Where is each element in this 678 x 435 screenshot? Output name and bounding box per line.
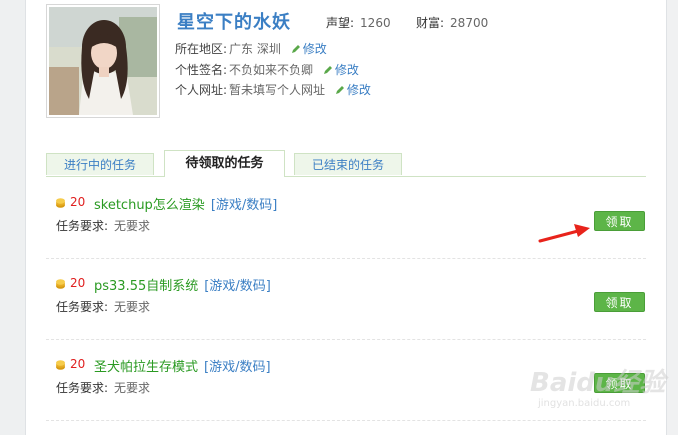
claim-button[interactable]: 领取 — [594, 211, 645, 231]
edit-website-link[interactable]: 修改 — [335, 83, 371, 97]
task-category[interactable]: [游戏/数码] — [211, 198, 278, 213]
coin-icon — [56, 360, 65, 370]
website-label: 个人网址: — [175, 83, 228, 97]
task-title-text: sketchup怎么渲染 — [94, 198, 205, 213]
task-item: 20 sketchup怎么渲染 [游戏/数码] 任务要求: 无要求 领取 — [46, 178, 646, 259]
requirement-value: 无要求 — [114, 381, 151, 395]
task-requirement: 任务要求: 无要求 — [56, 298, 150, 315]
task-center-panel: 星空下的水妖 声望: 1260 财富: 28700 所在地区: 广东 深圳 修改 个性… — [25, 0, 667, 435]
reputation-label: 声望: — [326, 16, 355, 30]
location-label: 所在地区: — [175, 42, 228, 56]
wealth-label: 财富: — [416, 16, 445, 30]
tab-finished[interactable]: 已结束的任务 — [294, 153, 402, 175]
right-margin — [666, 0, 678, 435]
signature-value: 不负如来不负卿 — [229, 63, 314, 77]
coin-icon — [56, 279, 65, 289]
requirement-label: 任务要求: — [56, 219, 109, 233]
signature-label: 个性签名: — [175, 63, 228, 77]
edit-label: 修改 — [334, 63, 359, 77]
requirement-label: 任务要求: — [56, 300, 109, 314]
task-requirement: 任务要求: 无要求 — [56, 217, 150, 234]
requirement-value: 无要求 — [114, 219, 151, 233]
username[interactable]: 星空下的水妖 — [177, 8, 291, 34]
pencil-icon — [335, 86, 344, 94]
edit-location-link[interactable]: 修改 — [291, 42, 327, 56]
reward-amount: 20 — [70, 195, 86, 209]
task-title[interactable]: ps33.55自制系统 [游戏/数码] — [94, 275, 271, 294]
claim-button[interactable]: 领取 — [594, 373, 645, 393]
task-item: 20 圣犬帕拉生存模式 [游戏/数码] 任务要求: 无要求 领取 — [46, 340, 646, 421]
task-title[interactable]: 圣犬帕拉生存模式 [游戏/数码] — [94, 356, 271, 375]
left-margin — [0, 0, 25, 435]
location-value: 广东 深圳 — [229, 42, 281, 56]
reward-amount: 20 — [70, 276, 86, 290]
task-title[interactable]: sketchup怎么渲染 [游戏/数码] — [94, 194, 277, 213]
task-requirement: 任务要求: 无要求 — [56, 379, 150, 396]
task-category[interactable]: [游戏/数码] — [204, 360, 271, 375]
pencil-icon — [323, 66, 332, 74]
website-value: 暂未填写个人网址 — [229, 83, 326, 97]
task-item: 20 ps33.55自制系统 [游戏/数码] 任务要求: 无要求 领取 — [46, 259, 646, 340]
task-category[interactable]: [游戏/数码] — [204, 279, 271, 294]
pencil-icon — [291, 45, 300, 53]
requirement-value: 无要求 — [114, 300, 151, 314]
tab-pending[interactable]: 待领取的任务 — [164, 150, 285, 177]
red-arrow-icon — [538, 224, 590, 243]
location-row: 所在地区: 广东 深圳 修改 — [175, 40, 327, 57]
requirement-label: 任务要求: — [56, 381, 109, 395]
task-title-text: 圣犬帕拉生存模式 — [94, 360, 199, 375]
avatar-photo — [49, 7, 157, 115]
tab-in-progress[interactable]: 进行中的任务 — [46, 153, 154, 175]
coin-icon — [56, 198, 65, 208]
avatar[interactable] — [46, 4, 160, 118]
reputation-stat: 声望: 1260 — [326, 14, 391, 31]
claim-button[interactable]: 领取 — [594, 292, 645, 312]
reward-amount: 20 — [70, 357, 86, 371]
task-title-text: ps33.55自制系统 — [94, 279, 199, 294]
wealth-value: 28700 — [450, 16, 489, 30]
edit-label: 修改 — [346, 83, 371, 97]
edit-label: 修改 — [302, 42, 327, 56]
edit-signature-link[interactable]: 修改 — [323, 63, 359, 77]
task-tabs: 进行中的任务 待领取的任务 已结束的任务 — [46, 150, 646, 177]
website-row: 个人网址: 暂未填写个人网址 修改 — [175, 81, 371, 98]
signature-row: 个性签名: 不负如来不负卿 修改 — [175, 61, 359, 78]
wealth-stat: 财富: 28700 — [416, 14, 488, 31]
reputation-value: 1260 — [360, 16, 391, 30]
